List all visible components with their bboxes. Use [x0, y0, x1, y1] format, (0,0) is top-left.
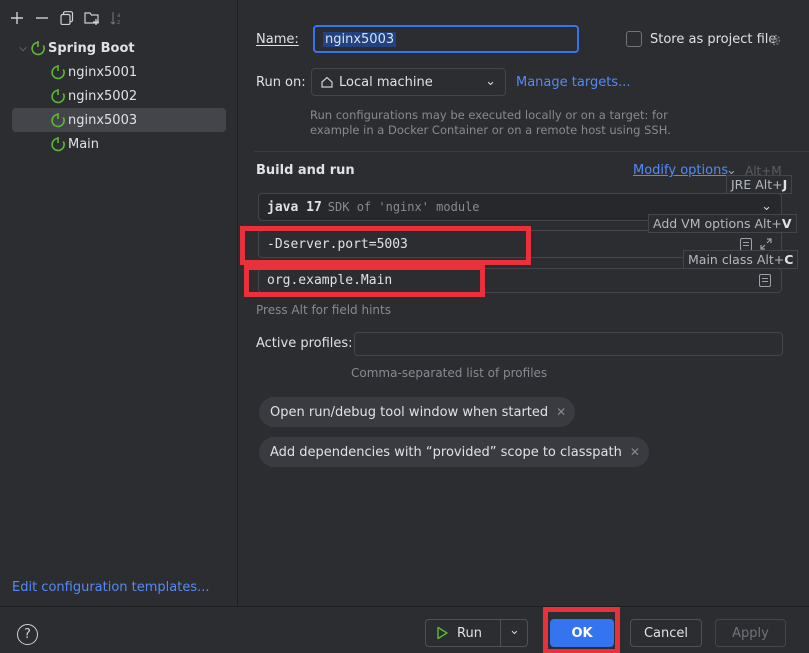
tree-item-nginx5001[interactable]: nginx5001	[12, 60, 226, 84]
jre-tip-key: J	[782, 177, 788, 192]
jre-tip-text: JRE Alt+	[731, 177, 783, 192]
run-icon	[437, 626, 448, 640]
tree-group-spring-boot[interactable]: ⌵ Spring Boot	[12, 36, 226, 60]
main-tip-text: Main class Alt+	[688, 252, 785, 267]
run-button[interactable]: Run ⌄	[425, 619, 528, 647]
configurations-toolbar: az	[6, 8, 127, 28]
edit-templates-link[interactable]: Edit configuration templates...	[12, 580, 210, 595]
chevron-down-icon: ⌄	[485, 74, 496, 89]
jre-hint: SDK of 'nginx' module	[327, 200, 480, 214]
store-as-project-file-label[interactable]: Store as project file	[650, 32, 776, 47]
name-field[interactable]: nginx5003	[313, 25, 579, 53]
sort-icon: az	[106, 8, 127, 28]
spring-boot-icon	[51, 89, 65, 104]
apply-button: Apply	[715, 619, 786, 647]
spring-boot-icon	[51, 113, 65, 128]
tree-item-nginx5003[interactable]: nginx5003	[12, 108, 226, 132]
build-and-run-title: Build and run	[256, 163, 355, 178]
run-on-value: Local machine	[339, 74, 433, 90]
vm-tip-key: V	[781, 216, 792, 231]
option-chip-provided-scope[interactable]: Add dependencies with “provided” scope t…	[259, 437, 649, 467]
browse-class-icon[interactable]	[759, 274, 771, 287]
ok-button-highlight	[543, 607, 620, 653]
run-split-divider	[500, 620, 501, 646]
vm-options-highlight	[240, 226, 531, 265]
manage-targets-link[interactable]: Manage targets...	[516, 75, 630, 90]
add-icon[interactable]	[6, 8, 27, 28]
run-on-label: Run on:	[256, 75, 306, 90]
copy-icon[interactable]	[56, 8, 77, 28]
tree-item-label: nginx5001	[68, 64, 138, 80]
active-profiles-hint: Comma-separated list of profiles	[351, 366, 548, 380]
svg-text:a: a	[117, 12, 121, 19]
new-folder-icon[interactable]	[81, 8, 102, 28]
store-as-project-file-checkbox[interactable]	[626, 31, 642, 47]
chevron-down-icon[interactable]: ⌵	[16, 43, 30, 54]
chip-label: Add dependencies with “provided” scope t…	[270, 444, 622, 460]
chip-label: Open run/debug tool window when started	[270, 404, 549, 420]
dialog-button-bar: ? Run ⌄ OK Cancel Apply	[0, 606, 809, 653]
active-profiles-field[interactable]	[354, 332, 783, 356]
home-icon	[321, 76, 333, 88]
name-value: nginx5003	[323, 31, 397, 47]
gear-icon[interactable]	[768, 33, 782, 47]
spring-boot-icon	[31, 41, 45, 56]
main-class-shortcut-tip: Main class Alt+C	[683, 250, 799, 269]
jre-shortcut-tip: JRE Alt+J	[726, 175, 793, 194]
main-tip-key: C	[784, 252, 794, 267]
cancel-button[interactable]: Cancel	[630, 619, 702, 647]
vm-tip-text: Add VM options Alt+	[653, 216, 782, 231]
chevron-down-icon[interactable]: ⌄	[509, 623, 520, 638]
tree-item-nginx5002[interactable]: nginx5002	[12, 84, 226, 108]
tree-group-label: Spring Boot	[48, 40, 135, 56]
configurations-panel: az ⌵ Spring Boot nginx5001 nginx5002 ngi…	[0, 0, 238, 606]
section-divider	[254, 151, 809, 152]
jre-value: java 17	[267, 199, 322, 215]
field-hints-note: Press Alt for field hints	[256, 303, 391, 317]
remove-icon[interactable]	[31, 8, 52, 28]
modify-options-link[interactable]: Modify options	[633, 163, 728, 178]
run-on-hint-line-1: Run configurations may be executed local…	[310, 108, 668, 122]
run-on-hint-line-2: example in a Docker Container or on a re…	[310, 123, 671, 137]
configuration-editor: Name: nginx5003 Store as project file Ru…	[239, 0, 809, 606]
tree-item-main[interactable]: Main	[12, 132, 226, 156]
run-button-label: Run	[457, 625, 482, 641]
tree-item-label: nginx5002	[68, 88, 138, 104]
expand-icon[interactable]	[759, 237, 773, 251]
spring-boot-icon	[51, 137, 65, 152]
tree-item-label: Main	[68, 136, 100, 152]
chevron-down-icon: ⌄	[761, 199, 772, 214]
vm-options-shortcut-tip: Add VM options Alt+V	[648, 214, 797, 233]
help-button[interactable]: ?	[17, 624, 38, 645]
close-icon[interactable]: ✕	[556, 405, 566, 419]
main-class-highlight	[244, 265, 485, 297]
run-on-select[interactable]: Local machine ⌄	[311, 68, 506, 96]
spring-boot-icon	[51, 65, 65, 80]
tree-item-label: nginx5003	[68, 112, 138, 128]
active-profiles-label: Active profiles:	[256, 336, 353, 351]
svg-text:z: z	[117, 19, 120, 25]
option-chip-open-tool-window[interactable]: Open run/debug tool window when started …	[259, 397, 576, 427]
close-icon[interactable]: ✕	[630, 445, 640, 459]
name-label: Name:	[256, 32, 299, 47]
